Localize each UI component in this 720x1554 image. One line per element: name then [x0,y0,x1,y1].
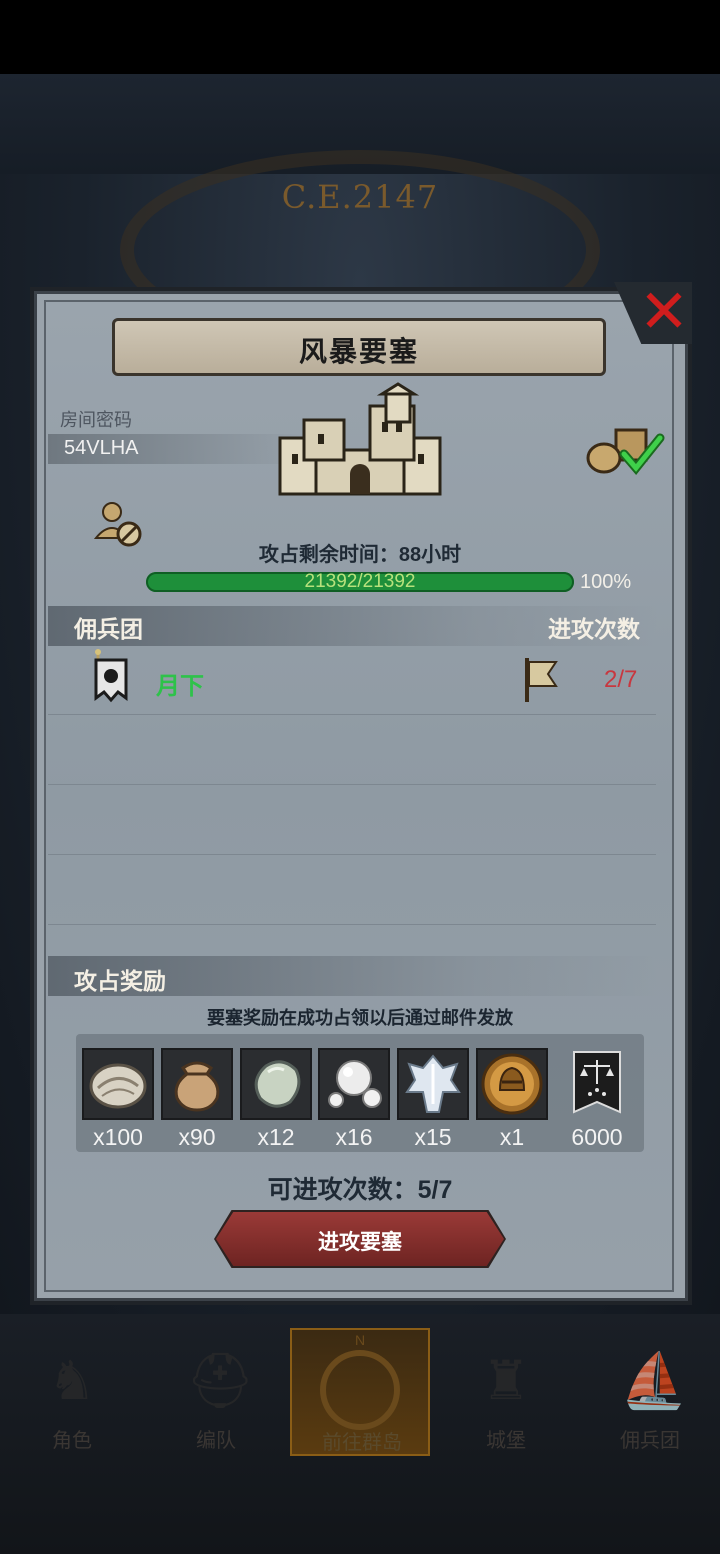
reward-count: x90 [178,1124,216,1150]
reward-note: 要塞奖励在成功占领以后通过邮件发放 [207,1008,513,1028]
fortress-hp-percent: 100% [580,571,632,593]
knight-icon: ♞ [47,1351,97,1411]
pearl-icon [328,1060,382,1108]
nav-label: 编队 [196,1430,236,1452]
dialog-title: 风暴要塞 [298,336,419,367]
reward-header: 攻占奖励 [74,968,166,994]
compass-north-mark: N [355,1332,366,1348]
close-icon[interactable]: ✕ [636,282,692,342]
reward-item[interactable] [161,1048,233,1120]
reward-item[interactable] [476,1048,548,1120]
row-divider [48,854,656,855]
attack-count-header: 进攻次数 [548,616,640,642]
mercenary-header: 佣兵团 [74,616,143,642]
mercenary-name: 月下 [156,673,204,700]
reward-count: x1 [499,1124,525,1150]
nav-islands[interactable]: N 前往群岛 [290,1328,430,1456]
guild-banner-icon [94,649,128,703]
oyster-icon [89,1063,147,1109]
reward-count: x15 [414,1124,452,1150]
reward-item[interactable] [240,1048,312,1120]
castle-icon: ♜ [481,1351,531,1411]
row-divider [48,714,656,715]
pouch-icon [174,1061,220,1112]
fortress-castle-icon [278,382,442,496]
mercenary-row[interactable] [48,646,656,714]
attack-fortress-label[interactable]: 进攻要塞 [216,1226,504,1256]
reward-item[interactable] [397,1048,469,1120]
attack-flag-icon [525,658,558,702]
knight-medal-icon [481,1053,543,1115]
reward-item[interactable] [318,1048,390,1120]
nav-label: 佣兵团 [620,1430,680,1452]
row-divider [48,924,656,925]
supply-check-icon[interactable] [586,424,666,476]
ice-crystal-icon [405,1054,461,1113]
nav-label: 前往群岛 [322,1432,402,1454]
room-code-label: 房间密码 [60,410,132,430]
era-year-label: C.E.2147 [281,178,439,216]
nav-mercenary[interactable]: ⛵ 佣兵团 [580,1328,720,1456]
row-divider [48,784,656,785]
status-bar-area [0,0,720,74]
room-code-value: 54VLHA [64,437,139,459]
hide-user-icon[interactable] [94,498,144,548]
mercenary-attack-count: 2/7 [604,666,638,693]
nav-formation[interactable]: ⛑ 编队 [146,1328,286,1456]
reward-count: x16 [335,1124,373,1150]
compass-icon [320,1350,400,1430]
capture-countdown: 攻占剩余时间：88小时 [258,544,462,566]
fortress-hp-value: 21392/21392 [304,571,416,592]
nav-label: 角色 [52,1430,92,1452]
reward-count: 6000 [571,1124,623,1150]
helmet-icon: ⛑ [186,1351,255,1411]
reward-item[interactable] [570,1050,624,1122]
reward-count: x12 [257,1124,295,1150]
justice-banner-icon [573,1051,621,1114]
remaining-attempts: 可进攻次数：5/7 [267,1176,453,1204]
nav-role[interactable]: ♞ 角色 [2,1328,142,1456]
nav-label: 城堡 [486,1430,526,1452]
nav-castle[interactable]: ♜ 城堡 [436,1328,576,1456]
stone-icon [254,1060,301,1108]
ship-icon: ⛵ [620,1351,688,1411]
reward-count: x100 [93,1124,143,1150]
reward-item[interactable] [82,1048,154,1120]
